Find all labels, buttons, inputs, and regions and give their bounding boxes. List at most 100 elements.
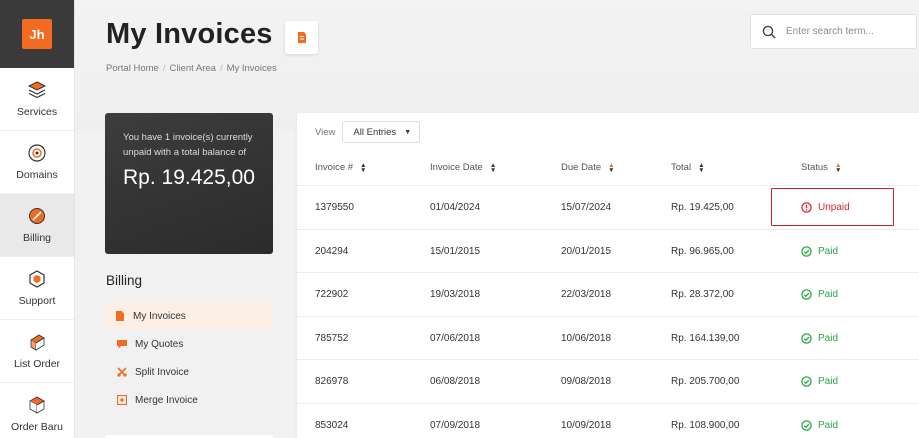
table-row[interactable]: 785752 07/06/2018 10/06/2018 Rp. 164.139… xyxy=(297,317,919,360)
menu-item-my-quotes[interactable]: My Quotes xyxy=(105,330,273,358)
cell-invoice-number[interactable]: 826978 xyxy=(315,376,348,387)
search-icon xyxy=(762,25,776,39)
table-header: Invoice # ▲ ▼ Invoice Date ▲ ▼ Due Date ▲ ▼ To… xyxy=(297,153,919,186)
cell-invoice-date: 01/04/2024 xyxy=(430,202,481,213)
menu-item-label: My Invoices xyxy=(133,310,186,322)
rail-item-label: Support xyxy=(18,295,56,307)
status-text: Paid xyxy=(818,376,839,387)
cell-invoice-number[interactable]: 785752 xyxy=(315,333,348,344)
column-header-due-date[interactable]: Due Date ▲ ▼ xyxy=(561,161,615,174)
check-circle-icon xyxy=(801,376,812,387)
search-input[interactable] xyxy=(786,26,896,37)
cell-due-date: 10/09/2018 xyxy=(561,419,612,431)
status-text: Paid xyxy=(818,419,839,431)
sort-icon: ▲ ▼ xyxy=(698,161,705,174)
view-select[interactable]: All Entries ▼ xyxy=(342,121,421,143)
cell-total: Rp. 164.139,00 xyxy=(671,332,740,344)
rail-item-list-order[interactable]: List Order xyxy=(0,320,74,383)
breadcrumb-portal-home[interactable]: Portal Home xyxy=(106,63,159,74)
view-label: View xyxy=(315,126,336,138)
rail-item-label: Order Baru xyxy=(11,421,63,433)
column-label: Invoice Date xyxy=(430,162,483,173)
logo-area[interactable]: Jh xyxy=(0,0,74,68)
status-badge-paid: Paid xyxy=(801,420,838,431)
rail-item-services[interactable]: Services xyxy=(0,68,74,131)
breadcrumb-client-area[interactable]: Client Area xyxy=(169,63,215,74)
menu-item-split-invoice[interactable]: Split Invoice xyxy=(105,358,273,386)
cell-invoice-number[interactable]: 204294 xyxy=(315,246,348,257)
cell-due-date: 09/08/2018 xyxy=(561,376,612,387)
split-icon xyxy=(117,367,127,377)
merge-icon xyxy=(117,395,127,405)
table-row[interactable]: 204294 15/01/2015 20/01/2015 Rp. 96.965,… xyxy=(297,230,919,273)
menu-item-merge-invoice[interactable]: Merge Invoice xyxy=(105,386,273,414)
breadcrumb-current: My Invoices xyxy=(226,63,277,74)
balance-message: You have 1 invoice(s) currently unpaid w… xyxy=(123,132,253,158)
status-badge-paid: Paid xyxy=(801,376,838,387)
sort-active-icon: ▲ ▼ xyxy=(834,161,842,174)
status-badge-paid: Paid xyxy=(801,333,838,344)
left-rail: Jh Services Domains Billing Support List… xyxy=(0,0,75,438)
rail-item-support[interactable]: Support xyxy=(0,257,74,320)
menu-item-label: Split Invoice xyxy=(135,366,189,378)
rail-item-domains[interactable]: Domains xyxy=(0,131,74,194)
invoices-card: View All Entries ▼ Invoice # ▲ ▼ Invoice D… xyxy=(297,113,919,438)
cell-invoice-date: 15/01/2015 xyxy=(430,245,481,257)
column-label: Status xyxy=(801,162,828,173)
search-box[interactable] xyxy=(750,14,917,49)
menu-item-label: My Quotes xyxy=(135,338,184,350)
column-header-invoice-date[interactable]: Invoice Date ▲ ▼ xyxy=(430,161,497,174)
unpaid-highlight-box xyxy=(771,188,894,226)
column-header-total[interactable]: Total ▲ ▼ xyxy=(671,161,705,174)
cell-due-date: 20/01/2015 xyxy=(561,245,612,257)
cell-invoice-date: 07/06/2018 xyxy=(430,332,481,344)
billing-icon xyxy=(29,208,45,224)
layers-icon xyxy=(27,81,47,99)
sort-active-icon: ▲ ▼ xyxy=(608,161,615,174)
cell-total: Rp. 96.965,00 xyxy=(671,245,734,257)
invoice-icon-button[interactable] xyxy=(285,21,318,54)
rail-item-order-baru[interactable]: Order Baru xyxy=(0,383,74,438)
rail-item-label: Services xyxy=(16,106,58,118)
column-label: Invoice # xyxy=(315,162,354,173)
sort-icon: ▲ ▼ xyxy=(489,161,497,174)
cell-invoice-date: 07/09/2018 xyxy=(430,419,481,431)
column-header-status[interactable]: Status ▲ ▼ xyxy=(801,161,842,174)
rail-item-label: List Order xyxy=(13,358,61,370)
brand-logo[interactable]: Jh xyxy=(22,19,52,49)
status-badge-paid: Paid xyxy=(801,289,838,300)
sort-icon: ▲ ▼ xyxy=(360,161,367,174)
cell-total: Rp. 28.372,00 xyxy=(671,289,734,300)
column-header-invoice-number[interactable]: Invoice # ▲ ▼ xyxy=(315,161,367,174)
list-order-icon xyxy=(30,334,45,351)
caret-down-icon: ▼ xyxy=(404,128,412,136)
table-row[interactable]: 722902 19/03/2018 22/03/2018 Rp. 28.372,… xyxy=(297,273,919,317)
table-row[interactable]: 826978 06/08/2018 09/08/2018 Rp. 205.700… xyxy=(297,360,919,404)
cell-invoice-number[interactable]: 1379550 xyxy=(315,202,354,213)
check-circle-icon xyxy=(801,245,812,257)
cell-due-date: 10/06/2018 xyxy=(561,332,612,344)
billing-menu-title: Billing xyxy=(106,273,143,288)
cell-invoice-number[interactable]: 722902 xyxy=(315,289,348,300)
menu-item-label: Merge Invoice xyxy=(135,394,198,406)
new-order-icon xyxy=(29,396,45,414)
page-title: My Invoices xyxy=(106,18,273,50)
breadcrumb: Portal Home / Client Area / My Invoices xyxy=(106,63,277,74)
document-icon xyxy=(297,32,306,43)
status-text: Paid xyxy=(818,289,839,300)
invoice-icon xyxy=(116,311,124,321)
table-row[interactable]: 853024 07/09/2018 10/09/2018 Rp. 108.900… xyxy=(297,404,919,438)
check-circle-icon xyxy=(801,419,812,431)
cell-total: Rp. 108.900,00 xyxy=(671,419,740,431)
rail-item-billing[interactable]: Billing xyxy=(0,194,74,257)
cell-due-date: 22/03/2018 xyxy=(561,289,612,300)
cell-invoice-date: 19/03/2018 xyxy=(430,289,481,300)
balance-amount: Rp. 19.425,00 xyxy=(123,166,255,189)
globe-icon xyxy=(28,144,46,162)
balance-card: You have 1 invoice(s) currently unpaid w… xyxy=(105,113,273,254)
rail-item-label: Domains xyxy=(16,169,58,181)
status-text: Paid xyxy=(818,332,839,344)
menu-item-my-invoices[interactable]: My Invoices xyxy=(105,302,273,330)
column-label: Due Date xyxy=(561,162,602,173)
cell-invoice-number[interactable]: 853024 xyxy=(315,420,348,431)
